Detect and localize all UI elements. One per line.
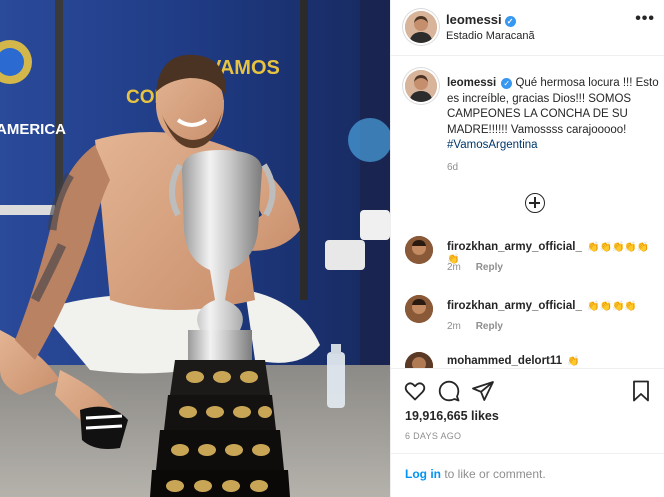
reply-button[interactable]: Reply [476, 321, 503, 332]
more-options-icon[interactable]: ••• [635, 10, 655, 28]
likes-count[interactable]: 19,916,665 likes [405, 409, 499, 423]
bookmark-icon[interactable] [629, 379, 653, 403]
banner-text-left: AMERICA [0, 121, 66, 138]
share-icon[interactable] [471, 379, 495, 403]
instagram-post: VAMOS COMPETE. AMERICA [0, 0, 664, 497]
comment-body: firozkhan_army_official_ 👏👏👏👏 [447, 300, 637, 312]
avatar[interactable] [405, 11, 437, 43]
post-photo[interactable]: VAMOS COMPETE. AMERICA [0, 0, 390, 497]
header-username-text[interactable]: leomessi [446, 12, 502, 27]
comment-emojis: 👏👏👏👏 [587, 301, 637, 312]
login-prompt: Log in to like or comment. [391, 453, 664, 497]
comment-age: 2m [447, 321, 461, 332]
post-date: 6 DAYS AGO [405, 431, 462, 441]
caption-username[interactable]: leomessi [447, 77, 496, 89]
header-username[interactable]: leomessi ✓ [446, 12, 516, 27]
plus-circle-icon[interactable] [525, 193, 545, 213]
caption-avatar[interactable] [405, 70, 437, 102]
heart-icon[interactable] [403, 379, 427, 403]
comment-meta: 2m Reply [447, 321, 503, 332]
comment-avatar-image [405, 352, 433, 368]
caption-text: leomessi ✓ Qué hermosa locura !!! Esto es… [447, 76, 659, 154]
comment-avatar-image [405, 236, 433, 264]
verified-badge-icon: ✓ [504, 16, 516, 27]
comment-username[interactable]: mohammed_delort11 [447, 355, 562, 367]
comment-avatar-image [405, 295, 433, 323]
comment-username[interactable]: firozkhan_army_official_ [447, 241, 582, 253]
caption-avatar-image [405, 70, 437, 102]
comment-item: firozkhan_army_official_ 👏👏👏👏👏👏 2m Reply [405, 236, 660, 286]
comment-username[interactable]: firozkhan_army_official_ [447, 300, 582, 312]
post-side-panel: leomessi ✓ Estadio Maracanã ••• leomessi ✓… [390, 0, 664, 497]
comment-meta: 2m Reply [447, 262, 503, 273]
comment-item: firozkhan_army_official_ 👏👏👏👏 2m Reply [405, 295, 660, 345]
locker-room-photo: VAMOS COMPETE. AMERICA [0, 0, 390, 497]
caption-age: 6d [447, 162, 459, 173]
location-link[interactable]: Estadio Maracanã [446, 30, 535, 42]
comment-avatar[interactable] [405, 295, 433, 323]
comment-avatar[interactable] [405, 352, 433, 368]
login-prompt-text: Log in to like or comment. [405, 467, 546, 481]
comment-avatar[interactable] [405, 236, 433, 264]
caption-verified-badge-icon: ✓ [501, 78, 513, 89]
avatar-image [405, 11, 437, 43]
comment-icon[interactable] [437, 379, 461, 403]
login-rest-text: to like or comment. [441, 467, 546, 481]
post-header: leomessi ✓ Estadio Maracanã ••• [391, 0, 664, 56]
comment-age: 2m [447, 262, 461, 273]
comment-item-partial: mohammed_delort11 👏 [405, 352, 660, 368]
actions-bar: 19,916,665 likes 6 DAYS AGO Log in to li… [391, 368, 664, 497]
login-link[interactable]: Log in [405, 467, 441, 481]
comment-emojis: 👏 [567, 356, 580, 367]
comment-body: mohammed_delort11 👏 [447, 355, 580, 367]
reply-button[interactable]: Reply [476, 262, 503, 273]
caption-hashtag[interactable]: #VamosArgentina [447, 139, 538, 151]
